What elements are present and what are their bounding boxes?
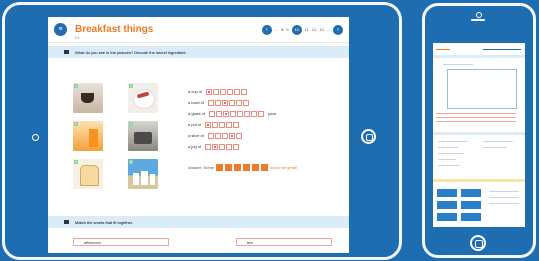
prev-page-button[interactable]: ‹	[261, 24, 272, 35]
phrase-row: a bowl of	[188, 99, 250, 106]
answer-suffix: would be great!	[270, 165, 298, 170]
page-11[interactable]: 11	[305, 27, 309, 32]
page-current[interactable]: 10	[291, 24, 302, 35]
lesson-header: ≡ Breakfast things B1 ‹ ... 8 9 10 11 12…	[48, 17, 349, 43]
phone-screen-preview	[433, 43, 525, 227]
task1-bar: What do you see in the pictures? Decode …	[48, 46, 349, 58]
page-ellipsis-end[interactable]: ...	[327, 27, 330, 32]
next-page-button[interactable]: ›	[333, 24, 343, 35]
page-12[interactable]: 12	[312, 27, 316, 32]
answer-prefix: Answer: Some	[188, 165, 215, 170]
task1-instruction: What do you see in the pictures? Decode …	[75, 49, 187, 55]
lesson-subtitle: B1	[75, 35, 80, 40]
chat-icon	[64, 50, 69, 54]
letter-box[interactable]	[206, 88, 213, 95]
page-13[interactable]: 13	[319, 27, 323, 32]
phone-device-frame	[422, 3, 536, 258]
phrase-row: a pot of	[188, 121, 240, 128]
picture-bacon-plate: 2	[128, 83, 158, 113]
phrase-row: a jug of	[188, 143, 240, 150]
match-right-field[interactable]: tea	[236, 238, 332, 246]
phrase-row: a glass of juice	[188, 110, 277, 117]
task2-instruction: Match the words that fit together.	[75, 219, 134, 225]
menu-button[interactable]: ≡	[54, 23, 67, 36]
tablet-device-frame: ≡ Breakfast things B1 ‹ ... 8 9 10 11 12…	[2, 2, 402, 260]
tablet-home-button[interactable]	[361, 129, 376, 144]
page-8[interactable]: 8	[281, 27, 283, 32]
phone-home-button[interactable]	[470, 235, 486, 251]
chat-icon	[64, 220, 69, 224]
picture-milk-jars: 6	[128, 159, 158, 189]
match-left-field[interactable]: afternoon	[73, 238, 169, 246]
answer-row: Answer: Some would be great!	[188, 164, 297, 171]
page-ellipsis[interactable]: ...	[275, 27, 278, 32]
phone-speaker	[471, 19, 485, 21]
tablet-camera-icon	[32, 134, 39, 141]
phone-camera-icon	[476, 12, 482, 18]
phrase-row: a slice of	[188, 132, 242, 139]
pager: ‹ ... 8 9 10 11 12 13 ... ›	[261, 24, 343, 35]
task2-bar: Match the words that fit together.	[48, 216, 349, 228]
picture-coffee-cup: 1	[73, 83, 103, 113]
picture-bread-slice: 5	[73, 159, 103, 189]
mini-diagram	[447, 69, 517, 109]
page-9[interactable]: 9	[286, 27, 288, 32]
answer-box[interactable]	[216, 164, 224, 171]
tablet-screen: ≡ Breakfast things B1 ‹ ... 8 9 10 11 12…	[48, 17, 349, 253]
lesson-title: Breakfast things	[75, 24, 154, 35]
phrase-row: a cup of	[188, 88, 248, 95]
picture-saucepan: 4	[128, 121, 158, 151]
picture-orange-juice: 3	[73, 121, 103, 151]
